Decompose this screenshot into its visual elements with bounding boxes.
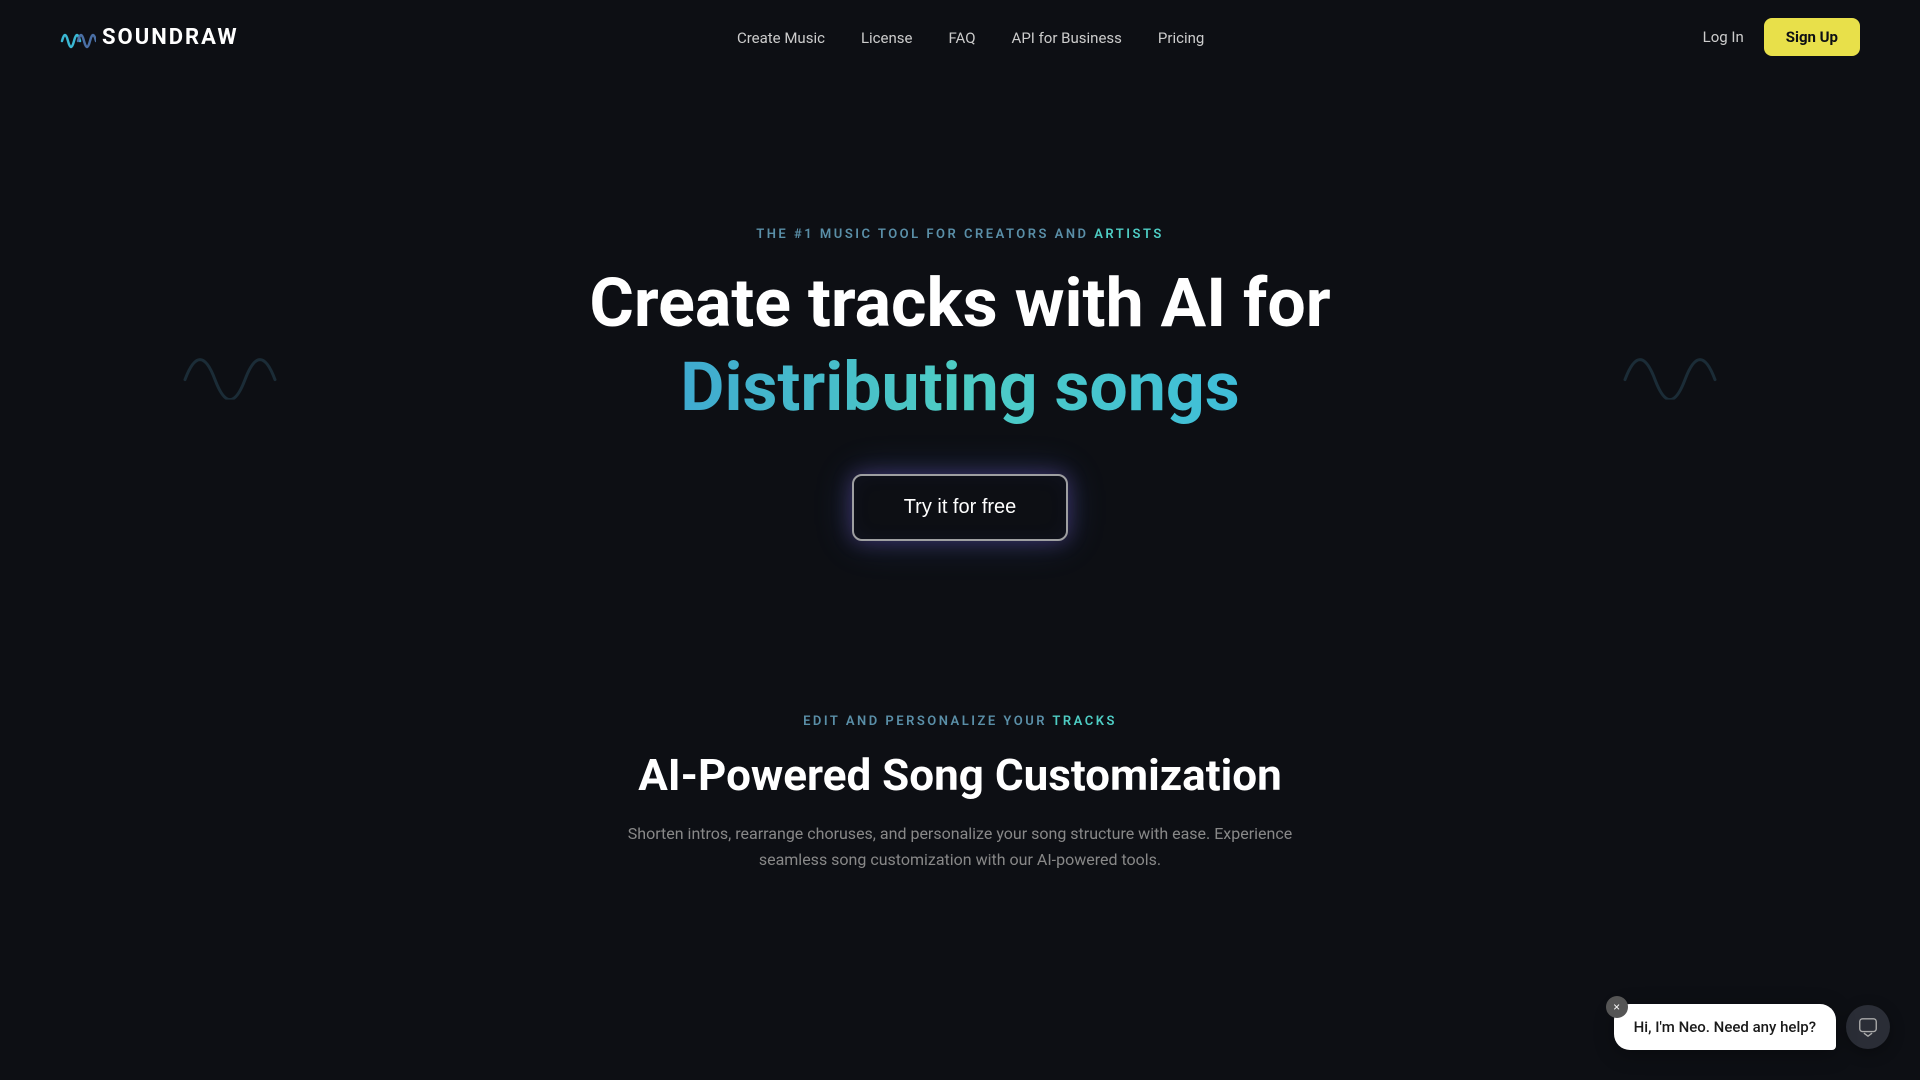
lower-title: AI-Powered Song Customization xyxy=(638,749,1282,801)
nav-link-faq[interactable]: FAQ xyxy=(948,29,975,47)
hero-section: THE #1 MUSIC TOOL FOR CREATORS AND ARTIS… xyxy=(0,74,1920,674)
nav-link-license[interactable]: License xyxy=(861,29,913,47)
wave-left-decoration xyxy=(180,330,300,404)
nav-link-create-music[interactable]: Create Music xyxy=(737,29,825,47)
nav-right: Log In Sign Up xyxy=(1703,18,1860,56)
chat-bubble: Hi, I'm Neo. Need any help? xyxy=(1614,1004,1836,1050)
wave-right-decoration xyxy=(1620,330,1740,404)
chat-avatar-button[interactable] xyxy=(1846,1005,1890,1049)
try-free-button[interactable]: Try it for free xyxy=(852,474,1069,541)
lower-eyebrow: EDIT AND PERSONALIZE YOUR TRACKS xyxy=(803,714,1117,729)
nav-link-pricing[interactable]: Pricing xyxy=(1158,29,1204,47)
logo-link[interactable]: SOUNDRAW xyxy=(60,21,239,53)
chat-close-button[interactable]: × xyxy=(1606,996,1628,1018)
signup-button[interactable]: Sign Up xyxy=(1764,18,1860,56)
hero-title: Create tracks with AI for Distributing s… xyxy=(589,266,1330,475)
chat-widget: × Hi, I'm Neo. Need any help? xyxy=(1614,1004,1890,1050)
logo-svg xyxy=(60,21,96,53)
hero-title-line1: Create tracks with AI for xyxy=(589,266,1330,341)
chat-icon xyxy=(1857,1016,1879,1038)
hero-title-line2: Distributing songs xyxy=(589,348,1330,426)
lower-eyebrow-prefix: EDIT AND PERSONALIZE YOUR xyxy=(803,714,1052,729)
hero-eyebrow-prefix: THE #1 MUSIC TOOL FOR CREATORS AND xyxy=(756,227,1094,242)
logo-icon xyxy=(60,21,96,53)
chat-bubble-wrapper: × Hi, I'm Neo. Need any help? xyxy=(1614,1004,1836,1050)
nav-link-api[interactable]: API for Business xyxy=(1012,29,1122,47)
lower-section: EDIT AND PERSONALIZE YOUR TRACKS AI-Powe… xyxy=(0,674,1920,872)
nav-links: Create Music License FAQ API for Busines… xyxy=(737,28,1204,47)
navbar: SOUNDRAW Create Music License FAQ API fo… xyxy=(0,0,1920,74)
logo-text: SOUNDRAW xyxy=(102,25,239,50)
login-link[interactable]: Log In xyxy=(1703,28,1744,46)
lower-eyebrow-highlight: TRACKS xyxy=(1052,714,1117,729)
hero-eyebrow-highlight: ARTISTS xyxy=(1094,227,1164,242)
lower-description: Shorten intros, rearrange choruses, and … xyxy=(610,821,1310,872)
hero-eyebrow: THE #1 MUSIC TOOL FOR CREATORS AND ARTIS… xyxy=(756,227,1164,242)
